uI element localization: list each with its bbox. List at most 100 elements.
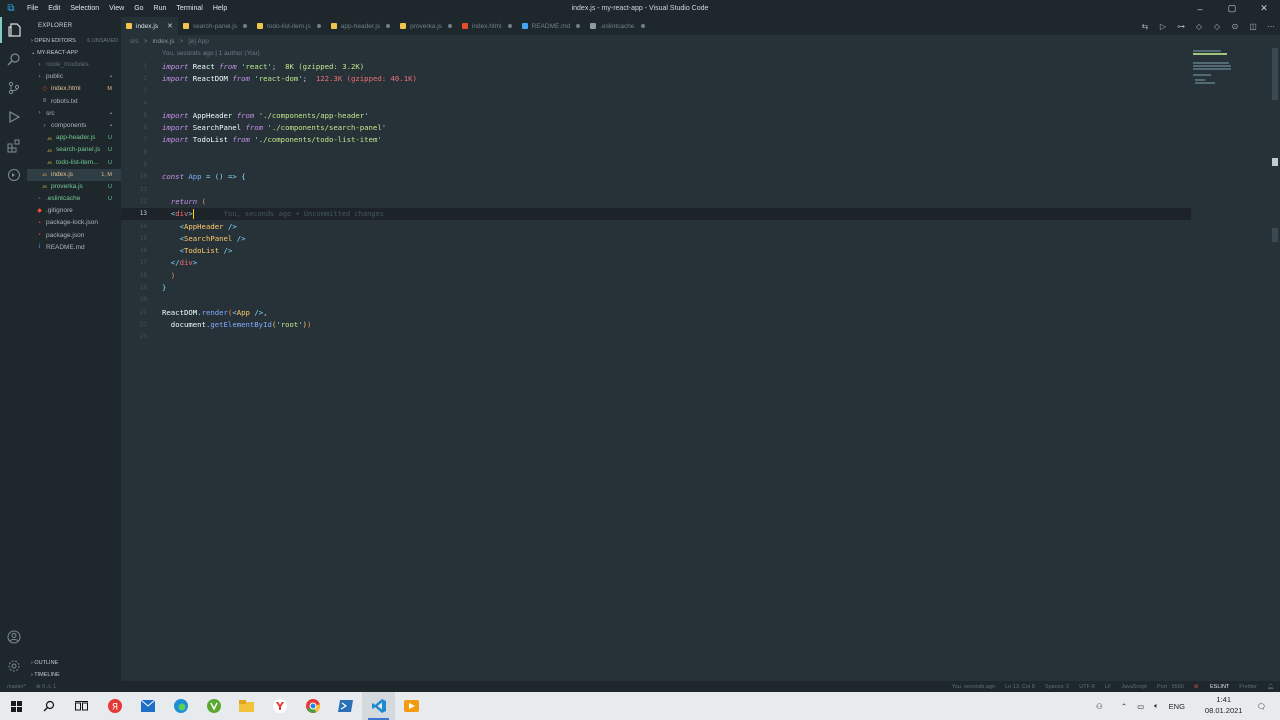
code-line[interactable]: 1 import React from 'react'; 8K (gzipped:… <box>121 60 1191 72</box>
mail-icon[interactable] <box>131 692 164 720</box>
code-text[interactable]: <SearchPanel /> <box>162 234 246 243</box>
people-icon[interactable]: ⚇ <box>1096 702 1103 711</box>
breadcrumb-item[interactable]: index.js <box>152 38 174 45</box>
network-icon[interactable]: ▭ <box>1137 702 1144 711</box>
folder-item[interactable]: › node_modules <box>27 59 121 71</box>
code-line[interactable]: 8 <box>121 146 1191 158</box>
problems-indicator[interactable]: ⊗ 0 ⚠ 1 <box>36 684 56 690</box>
code-line[interactable]: 2 import ReactDOM from 'react-dom'; 122.3… <box>121 72 1191 84</box>
compare-icon[interactable]: ⇆ <box>1136 22 1154 31</box>
run-debug-icon[interactable] <box>0 104 27 130</box>
yandex-icon[interactable]: Y <box>263 692 296 720</box>
file-item[interactable]: ▪ package.json <box>27 230 121 242</box>
bell-icon[interactable]: 🔔︎ <box>1267 684 1274 690</box>
live-server-port[interactable]: Port : 5500 <box>1157 684 1184 690</box>
clock[interactable]: 1:41 08.01.2021 <box>1195 695 1243 717</box>
code-text[interactable]: import AppHeader from './components/app-… <box>162 111 369 120</box>
code-line[interactable]: 4 <box>121 97 1191 109</box>
code-text[interactable]: import ReactDOM from 'react-dom'; 122.3K… <box>162 74 417 83</box>
code-line[interactable]: 6 import SearchPanel from './components/s… <box>121 122 1191 134</box>
code-line[interactable]: 11 <box>121 183 1191 195</box>
codelens-blame[interactable]: You, seconds ago | 1 author (You) <box>162 50 260 57</box>
more-actions-icon[interactable]: ⋯ <box>1262 22 1280 31</box>
code-line[interactable]: 21 ReactDOM.render(<App />, <box>121 306 1191 318</box>
tab-index-html[interactable]: index.html <box>457 17 517 35</box>
editor-scrollbar[interactable] <box>1272 48 1278 248</box>
folder-item[interactable]: › components • <box>27 120 121 132</box>
code-line[interactable]: 18 ) <box>121 269 1191 281</box>
tab-app-header-js[interactable]: app-header.js <box>326 17 395 35</box>
unsaved-dot-icon[interactable] <box>316 24 321 28</box>
minimap[interactable] <box>1193 48 1271 88</box>
go-live-icon[interactable]: ⊙ <box>1226 22 1244 31</box>
close-tab-icon[interactable]: ✕ <box>167 22 173 30</box>
language-indicator[interactable]: ENG <box>1169 702 1185 711</box>
code-line[interactable]: 20 <box>121 294 1191 306</box>
tab-search-panel-js[interactable]: search-panel.js <box>178 17 252 35</box>
unsaved-dot-icon[interactable] <box>243 24 247 28</box>
unsaved-dot-icon[interactable] <box>507 24 512 28</box>
tab-todo-list-item-js[interactable]: todo-list-item.js <box>252 17 326 35</box>
menu-item-run[interactable]: Run <box>149 0 172 17</box>
code-text[interactable]: import TodoList from './components/todo-… <box>162 135 382 144</box>
file-item[interactable]: ≡ robots.txt <box>27 96 121 108</box>
code-text[interactable]: import SearchPanel from './components/se… <box>162 123 386 132</box>
volume-icon[interactable]: 🔈︎ <box>1154 701 1159 711</box>
code-line[interactable]: 23 <box>121 331 1191 343</box>
unsaved-dot-icon[interactable] <box>386 24 391 28</box>
file-item[interactable]: i README.md <box>27 242 121 254</box>
outline-section[interactable]: › OUTLINE <box>27 657 121 669</box>
code-line[interactable]: 3 <box>121 85 1191 97</box>
code-line[interactable]: 13 <div> You, seconds ago • Uncommitted c… <box>121 207 1191 220</box>
eslint-status[interactable]: ⊘ ESLINT <box>1194 684 1229 690</box>
code-line[interactable]: 17 </div> <box>121 257 1191 269</box>
file-item[interactable]: JS index.js 1, M <box>27 168 121 181</box>
code-text[interactable]: import React from 'react'; 8K (gzipped: … <box>162 62 364 71</box>
code-editor[interactable]: You, seconds ago | 1 author (You) 1 impor… <box>121 48 1280 681</box>
code-line[interactable]: 22 document.getElementById('root')) <box>121 318 1191 330</box>
code-text[interactable]: } <box>162 283 166 292</box>
code-text[interactable]: document.getElementById('root')) <box>162 320 312 329</box>
remote-explorer-icon[interactable] <box>0 162 27 188</box>
menu-item-terminal[interactable]: Terminal <box>171 0 207 17</box>
split-editor-icon[interactable]: ◫ <box>1244 22 1262 31</box>
folder-item[interactable]: › src • <box>27 108 121 120</box>
edge-icon[interactable] <box>164 692 197 720</box>
file-item[interactable]: ▪ package-lock.json <box>27 217 121 229</box>
unsaved-dot-icon[interactable] <box>640 24 645 28</box>
maximize-icon[interactable]: ▢ <box>1216 0 1248 17</box>
code-line[interactable]: 14 <AppHeader /> <box>121 220 1191 232</box>
powershell-icon[interactable] <box>329 692 362 720</box>
menu-item-view[interactable]: View <box>104 0 129 17</box>
minimize-icon[interactable]: – <box>1184 0 1216 17</box>
code-line[interactable]: 5 import AppHeader from './components/app… <box>121 109 1191 121</box>
code-text[interactable]: <AppHeader /> <box>162 222 237 231</box>
code-line[interactable]: 12 return ( <box>121 195 1191 207</box>
notifications-icon[interactable]: 🗨︎ <box>1256 702 1266 711</box>
git-blame-status[interactable]: You, seconds ago <box>952 684 996 690</box>
file-explorer-icon[interactable] <box>230 692 263 720</box>
code-line[interactable]: 9 <box>121 158 1191 170</box>
tab-index-js[interactable]: index.js ✕ <box>121 17 178 35</box>
code-text[interactable]: ) <box>162 271 175 280</box>
open-editors-section[interactable]: › OPEN EDITORS 6 UNSAVED <box>27 35 121 47</box>
code-text[interactable]: </div> <box>162 258 197 267</box>
menu-item-edit[interactable]: Edit <box>43 0 65 17</box>
file-item[interactable]: JS proverka.js U <box>27 181 121 193</box>
tab-readme-md[interactable]: README.md <box>517 17 586 35</box>
prettier-status[interactable]: Prettier <box>1239 684 1257 690</box>
close-window-icon[interactable]: ✕ <box>1248 0 1280 17</box>
file-item[interactable]: JS search-panel.js U <box>27 144 121 156</box>
next-change-icon[interactable]: ◇ <box>1208 22 1226 31</box>
menu-item-selection[interactable]: Selection <box>65 0 104 17</box>
file-item[interactable]: ◆ .gitignore <box>27 205 121 217</box>
search-icon[interactable] <box>0 46 27 72</box>
chrome-icon[interactable] <box>296 692 329 720</box>
torrent-icon[interactable] <box>197 692 230 720</box>
gear-icon[interactable] <box>0 653 27 679</box>
task-view-icon[interactable] <box>65 692 98 720</box>
code-line[interactable]: 16 <TodoList /> <box>121 245 1191 257</box>
menu-item-file[interactable]: File <box>22 0 43 17</box>
previous-change-icon[interactable]: ◇ <box>1190 22 1208 31</box>
unsaved-dot-icon[interactable] <box>447 24 452 28</box>
